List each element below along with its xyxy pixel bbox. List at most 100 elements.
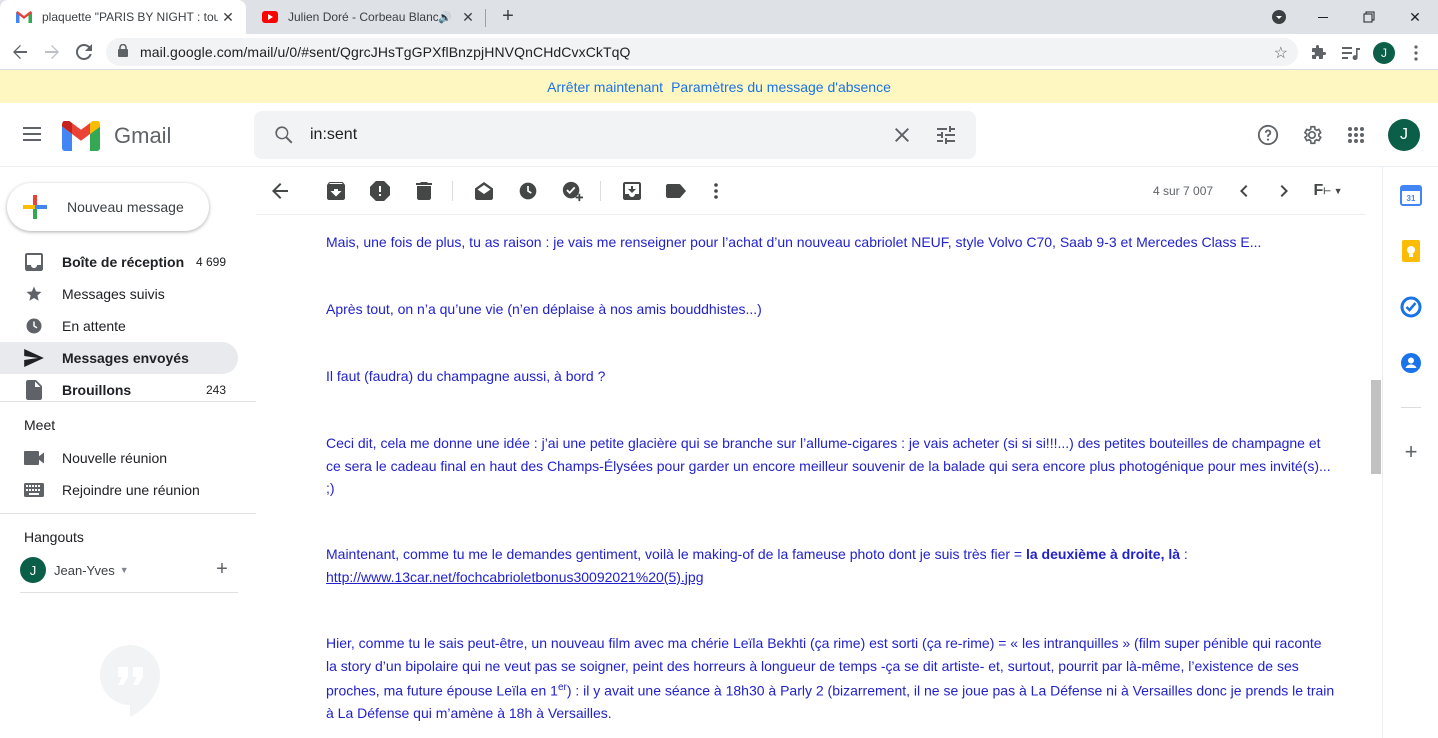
sidebar-divider (0, 401, 256, 402)
hangouts-avatar: J (20, 557, 46, 583)
side-panel: 31 + (1382, 167, 1438, 738)
svg-text:31: 31 (1407, 194, 1416, 203)
back-to-list-icon[interactable] (268, 179, 292, 203)
keyboard-icon (24, 480, 44, 500)
tab-close-icon[interactable]: ✕ (218, 9, 238, 26)
input-tools-button[interactable]: F ⊢ ▼ (1310, 179, 1346, 203)
sidebar-item-label: Rejoindre une réunion (62, 482, 200, 498)
message-paragraph: Ceci dit, cela me donne une idée : j’ai … (326, 435, 1331, 496)
sidebar: Nouveau message Boîte de réception 4 699… (0, 167, 256, 738)
hangouts-user-name: Jean-Yves (54, 562, 115, 578)
chrome-menu-icon[interactable] (1405, 42, 1427, 64)
message-paragraph: Hier, comme tu le sais peut-être, un nou… (326, 632, 1336, 725)
snooze-clock-icon[interactable] (516, 179, 540, 203)
archive-icon[interactable] (324, 179, 348, 203)
tab-gmail[interactable]: plaquette "PARIS BY NIGHT : tour ✕ (0, 0, 246, 34)
tab-separator (485, 9, 486, 27)
older-chevron-right-icon[interactable] (1272, 179, 1296, 203)
move-to-icon[interactable] (620, 179, 644, 203)
tab-close-icon[interactable]: ✕ (458, 9, 478, 26)
search-options-icon[interactable] (934, 123, 958, 147)
meet-section-title: Meet (24, 417, 56, 433)
youtube-favicon-icon (262, 9, 278, 25)
input-tools-label: F (1313, 182, 1324, 199)
compose-button[interactable]: Nouveau message (7, 183, 209, 231)
delete-trash-icon[interactable] (412, 179, 436, 203)
account-avatar[interactable]: J (1388, 119, 1420, 151)
label-tag-icon[interactable] (664, 179, 688, 203)
clock-icon (24, 316, 44, 336)
media-control-icon[interactable] (1340, 42, 1362, 64)
sidebar-item-inbox[interactable]: Boîte de réception 4 699 (0, 246, 238, 278)
vacation-responder-banner: Arrêter maintenant Paramètres du message… (0, 70, 1438, 103)
side-panel-divider (1401, 407, 1421, 408)
pagination-text: 4 sur 7 007 (1153, 184, 1214, 198)
help-icon[interactable] (1256, 123, 1280, 147)
sidebar-item-label: Brouillons (62, 382, 132, 398)
minimize-icon[interactable] (1300, 0, 1346, 34)
message-toolbar: 4 sur 7 007 F ⊢ ▼ (256, 167, 1366, 215)
browser-tab-bar: plaquette "PARIS BY NIGHT : tour ✕ Julie… (0, 0, 1438, 34)
scrollbar-thumb[interactable] (1371, 380, 1381, 474)
new-tab-icon[interactable]: + (496, 5, 520, 29)
sidebar-item-starred[interactable]: Messages suivis (0, 278, 238, 310)
mark-unread-icon[interactable] (472, 179, 496, 203)
message-paragraph: Mais, une fois de plus, tu as raison : j… (326, 234, 1262, 250)
message-text: : (1180, 546, 1188, 562)
reload-icon[interactable] (70, 38, 98, 66)
bookmark-star-icon[interactable]: ☆ (1274, 43, 1288, 63)
search-input[interactable] (310, 123, 870, 147)
unread-count: 4 699 (195, 255, 226, 269)
lock-icon[interactable] (118, 43, 130, 60)
tab-search-icon[interactable] (1256, 0, 1302, 34)
sidebar-item-snoozed[interactable]: En attente (0, 310, 238, 342)
add-chat-icon[interactable]: + (212, 559, 232, 579)
keep-icon[interactable] (1400, 240, 1422, 262)
audio-playing-icon[interactable]: 🔊 (438, 11, 454, 24)
input-tools-caret-icon: ⊢ ▼ (1323, 185, 1343, 196)
address-bar[interactable]: mail.google.com/mail/u/0/#sent/QgrcJHsTg… (106, 38, 1298, 66)
sidebar-item-label: En attente (62, 318, 126, 334)
hangouts-user[interactable]: J Jean-Yves ▼ (20, 557, 129, 583)
gmail-logo-icon[interactable] (62, 120, 102, 151)
settings-gear-icon[interactable] (1300, 123, 1324, 147)
inbox-icon (24, 252, 44, 272)
back-icon[interactable] (6, 38, 34, 66)
browser-toolbar: mail.google.com/mail/u/0/#sent/QgrcJHsTg… (0, 34, 1438, 70)
contacts-icon[interactable] (1400, 352, 1422, 374)
message-paragraph: Maintenant, comme tu me le demandes gent… (326, 543, 1336, 588)
sidebar-item-join-meeting[interactable]: Rejoindre une réunion (0, 474, 238, 506)
message-body: Mais, une fois de plus, tu as raison : j… (256, 215, 1368, 738)
sidebar-item-label: Messages suivis (62, 286, 165, 302)
get-addons-plus-icon[interactable]: + (1400, 441, 1422, 463)
add-to-tasks-icon[interactable] (560, 179, 584, 203)
photo-link[interactable]: http://www.13car.net/fochcabrioletbonus3… (326, 569, 703, 585)
search-icon[interactable] (272, 123, 296, 147)
more-options-icon[interactable] (704, 179, 728, 203)
calendar-icon[interactable]: 31 (1400, 184, 1422, 206)
close-window-icon[interactable]: ✕ (1392, 0, 1438, 34)
main-menu-icon[interactable] (20, 123, 44, 147)
hangouts-quote-icon (100, 645, 160, 717)
restore-icon[interactable] (1346, 0, 1392, 34)
tasks-icon[interactable] (1400, 296, 1422, 318)
tab-youtube[interactable]: Julien Doré - Corbeau Blanc 🔊 ✕ (246, 0, 486, 34)
hangouts-section-title: Hangouts (24, 529, 84, 545)
vacation-settings-link[interactable]: Paramètres du message d'absence (671, 79, 891, 95)
report-spam-icon[interactable] (368, 179, 392, 203)
compose-label: Nouveau message (67, 199, 184, 215)
forward-icon[interactable] (38, 38, 66, 66)
tab-title: Julien Doré - Corbeau Blanc (288, 10, 438, 24)
clear-search-icon[interactable] (890, 123, 914, 147)
sidebar-item-new-meeting[interactable]: Nouvelle réunion (0, 442, 238, 474)
extensions-icon[interactable] (1308, 42, 1330, 64)
draft-count: 243 (205, 383, 226, 397)
newer-chevron-left-icon[interactable] (1232, 179, 1256, 203)
stop-vacation-link[interactable]: Arrêter maintenant (547, 79, 663, 95)
sidebar-item-sent[interactable]: Messages envoyés (0, 342, 238, 374)
profile-avatar[interactable]: J (1373, 42, 1395, 64)
apps-grid-icon[interactable] (1344, 123, 1368, 147)
caret-down-icon[interactable]: ▼ (120, 565, 129, 575)
scrollbar-track[interactable] (1368, 215, 1382, 738)
tab-title: plaquette "PARIS BY NIGHT : tour (42, 10, 218, 24)
